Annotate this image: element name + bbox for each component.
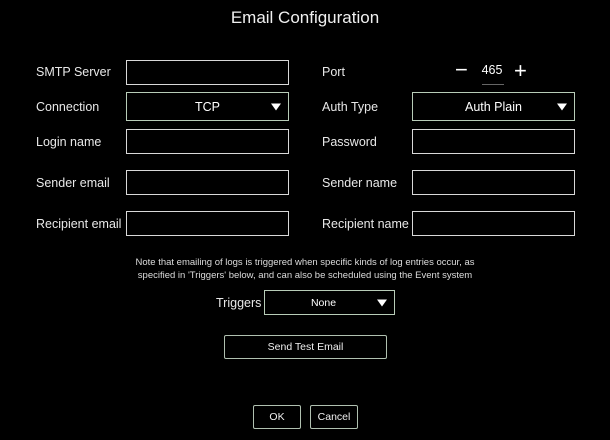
triggers-label: Triggers (216, 296, 262, 310)
sender-name-label: Sender name (322, 176, 398, 190)
send-test-email-button[interactable]: Send Test Email (224, 335, 387, 359)
ok-button[interactable]: OK (253, 405, 301, 429)
login-name-label: Login name (36, 135, 102, 149)
note-line-2: specified in 'Triggers' below, and can a… (137, 270, 473, 281)
caret-down-icon (271, 103, 281, 110)
connection-label: Connection (36, 100, 100, 114)
recipient-name-input[interactable] (412, 211, 575, 236)
auth-type-label: Auth Type (322, 100, 379, 114)
triggers-value: None (310, 296, 337, 309)
cancel-button[interactable]: Cancel (310, 405, 358, 429)
port-increment-button[interactable]: + (514, 60, 527, 82)
port-decrement-button[interactable]: − (455, 59, 468, 81)
login-name-input[interactable] (126, 129, 289, 154)
port-label: Port (322, 65, 345, 79)
smtp-server-input[interactable] (126, 60, 289, 85)
smtp-server-label: SMTP Server (36, 65, 111, 79)
auth-type-select[interactable]: Auth Plain (412, 92, 575, 121)
triggers-select[interactable]: None (264, 290, 395, 315)
connection-value: TCP (195, 99, 220, 114)
sender-email-label: Sender email (36, 176, 110, 190)
password-input[interactable] (412, 129, 575, 154)
connection-select[interactable]: TCP (126, 92, 289, 121)
note-line-1: Note that emailing of logs is triggered … (135, 257, 475, 268)
recipient-email-label: Recipient email (36, 217, 122, 231)
caret-down-icon (377, 299, 387, 306)
port-value[interactable]: 465 (477, 63, 507, 77)
sender-email-input[interactable] (126, 170, 289, 195)
dialog-title: Email Configuration (230, 8, 380, 27)
auth-type-value: Auth Plain (465, 99, 522, 114)
port-underline (482, 84, 504, 85)
sender-name-input[interactable] (412, 170, 575, 195)
recipient-name-label: Recipient name (322, 217, 409, 231)
password-label: Password (322, 135, 377, 149)
caret-down-icon (557, 103, 567, 110)
recipient-email-input[interactable] (126, 211, 289, 236)
